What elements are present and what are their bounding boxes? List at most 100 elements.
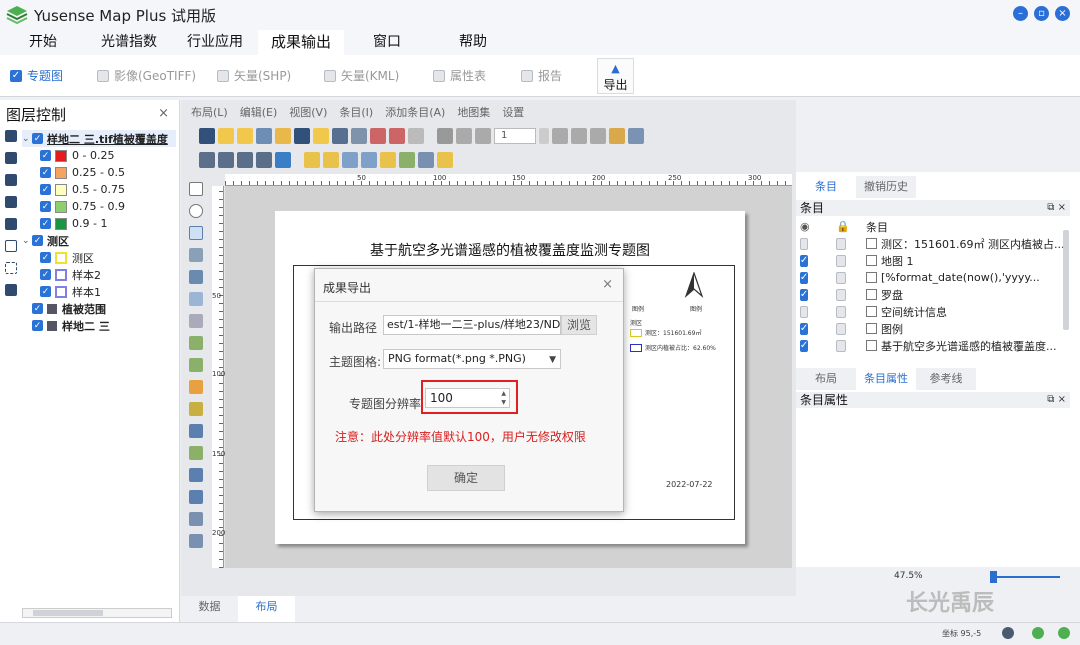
- edit-nodes-icon[interactable]: [189, 270, 203, 284]
- format-select[interactable]: PNG format(*.png *.PNG) ▼: [383, 349, 561, 369]
- tab-layout[interactable]: 布局: [238, 596, 295, 622]
- print-atlas-icon[interactable]: [590, 128, 606, 144]
- checkbox-icon[interactable]: [433, 69, 445, 82]
- thematic-map-option[interactable]: ✓ 专题图: [10, 67, 63, 84]
- checkbox-icon[interactable]: ✓: [40, 269, 51, 280]
- lock-checkbox[interactable]: [836, 339, 846, 352]
- add-html-icon[interactable]: [189, 512, 203, 526]
- prev-page-icon[interactable]: [475, 128, 491, 144]
- distribute-icon[interactable]: [418, 152, 434, 168]
- lock-checkbox[interactable]: [836, 271, 846, 284]
- atlas-icon[interactable]: [437, 128, 453, 144]
- zoom-actual-icon[interactable]: [237, 152, 253, 168]
- checkbox-icon[interactable]: ✓: [40, 286, 51, 297]
- tab-industry[interactable]: 行业应用: [172, 30, 258, 55]
- visibility-checkbox[interactable]: ✓: [800, 254, 808, 267]
- visibility-checkbox[interactable]: [800, 305, 808, 318]
- checkbox-icon[interactable]: ✓: [32, 133, 43, 144]
- legend-class-item[interactable]: ✓ 0 - 0.25: [22, 147, 176, 164]
- page-icon[interactable]: [313, 128, 329, 144]
- add-3d-map-icon[interactable]: [189, 314, 203, 328]
- visibility-checkbox[interactable]: ✓: [800, 288, 808, 301]
- unlock-items-icon[interactable]: [361, 152, 377, 168]
- zoom-tool-icon[interactable]: [189, 204, 203, 218]
- visibility-checkbox[interactable]: ✓: [800, 339, 808, 352]
- chevron-down-icon[interactable]: ⌄: [22, 134, 32, 144]
- menu-add-item[interactable]: 添加条目(A): [385, 104, 445, 124]
- checkbox-icon[interactable]: [217, 69, 229, 82]
- group-icon[interactable]: [304, 152, 320, 168]
- legend-class-item[interactable]: ✓ 样本2: [22, 266, 176, 283]
- zoom-slider-thumb[interactable]: [990, 571, 997, 583]
- horizontal-scrollbar[interactable]: [22, 608, 172, 618]
- list-item[interactable]: ✓ 地图 1: [796, 252, 1066, 269]
- menu-edit[interactable]: 编辑(E): [240, 104, 278, 124]
- page-number-input[interactable]: 1: [494, 128, 536, 144]
- checkbox-icon[interactable]: ✓: [40, 252, 51, 263]
- panel-controls-icon[interactable]: ⧉ ×: [1047, 392, 1066, 408]
- info-icon[interactable]: [1032, 627, 1044, 639]
- collapse-all-icon[interactable]: [5, 262, 17, 274]
- list-item[interactable]: 空间统计信息: [796, 303, 1066, 320]
- tab-items[interactable]: 条目: [796, 176, 856, 198]
- menu-view[interactable]: 视图(V): [289, 104, 327, 124]
- export-pdf-icon[interactable]: [370, 128, 386, 144]
- list-item[interactable]: 测区：151601.69㎡ 测区内植被占...: [796, 235, 1066, 252]
- tab-output[interactable]: 成果输出: [258, 30, 344, 55]
- new-layout-icon[interactable]: [218, 128, 234, 144]
- zoom-slider-track[interactable]: [990, 576, 1060, 578]
- open-folder-icon[interactable]: [275, 128, 291, 144]
- tab-help[interactable]: 帮助: [430, 30, 516, 55]
- lock-checkbox[interactable]: [836, 254, 846, 267]
- last-page-icon[interactable]: [571, 128, 587, 144]
- add-scalebar-icon[interactable]: [189, 402, 203, 416]
- first-page-icon[interactable]: [456, 128, 472, 144]
- tab-window[interactable]: 窗口: [344, 30, 430, 55]
- kml-option[interactable]: 矢量(KML): [324, 67, 399, 84]
- tab-guides[interactable]: 参考线: [916, 368, 976, 390]
- zoom-out-icon[interactable]: [218, 152, 234, 168]
- report-option[interactable]: 报告: [521, 67, 562, 84]
- layer-copy-icon[interactable]: [5, 196, 17, 208]
- ok-button[interactable]: 确定: [427, 465, 505, 491]
- add-north-arrow-icon[interactable]: [189, 424, 203, 438]
- save-icon[interactable]: [199, 128, 215, 144]
- checkbox-icon[interactable]: [324, 69, 336, 82]
- lock-checkbox[interactable]: [836, 288, 846, 301]
- add-shape-icon[interactable]: [189, 446, 203, 460]
- add-arrow-icon[interactable]: [189, 490, 203, 504]
- ungroup-icon[interactable]: [323, 152, 339, 168]
- refresh-icon[interactable]: [275, 152, 291, 168]
- legend-class-item[interactable]: ✓ 测区: [22, 249, 176, 266]
- add-table-icon[interactable]: [189, 534, 203, 548]
- move-content-icon[interactable]: [189, 248, 203, 262]
- lock-checkbox[interactable]: [836, 237, 846, 250]
- save-template-icon[interactable]: [294, 128, 310, 144]
- minimize-icon[interactable]: –: [1013, 6, 1028, 21]
- export-image-icon[interactable]: [351, 128, 367, 144]
- list-item[interactable]: ✓ [%format_date(now(),'yyyy...: [796, 269, 1066, 286]
- chevron-down-icon[interactable]: ⌄: [22, 236, 32, 246]
- legend-class-item[interactable]: ✓ 0.25 - 0.5: [22, 164, 176, 181]
- layout-manager-icon[interactable]: [256, 128, 272, 144]
- legend-class-item[interactable]: ✓ 样本1: [22, 283, 176, 300]
- north-arrow-icon[interactable]: [684, 272, 704, 298]
- tab-data[interactable]: 数据: [181, 596, 238, 622]
- attribute-table-option[interactable]: 属性表: [433, 67, 486, 84]
- close-window-icon[interactable]: ×: [1055, 6, 1070, 21]
- resolution-spinbox[interactable]: 100 ▲ ▼: [425, 388, 510, 408]
- print-icon[interactable]: [332, 128, 348, 144]
- atlas-settings-icon[interactable]: [628, 128, 644, 144]
- legend-class-item[interactable]: ✓ 0.9 - 1: [22, 215, 176, 232]
- tab-start[interactable]: 开始: [0, 30, 86, 55]
- menu-items[interactable]: 条目(I): [339, 104, 373, 124]
- align-icon[interactable]: [399, 152, 415, 168]
- chevron-down-icon[interactable]: [539, 128, 549, 144]
- menu-atlas[interactable]: 地图集: [457, 104, 490, 124]
- resize-icon[interactable]: [437, 152, 453, 168]
- tab-undo-history[interactable]: 撤销历史: [856, 176, 916, 198]
- visibility-checkbox[interactable]: [800, 237, 808, 250]
- export-svg-icon[interactable]: [389, 128, 405, 144]
- list-item[interactable]: ✓ 图例: [796, 320, 1066, 337]
- close-icon[interactable]: ×: [602, 277, 613, 292]
